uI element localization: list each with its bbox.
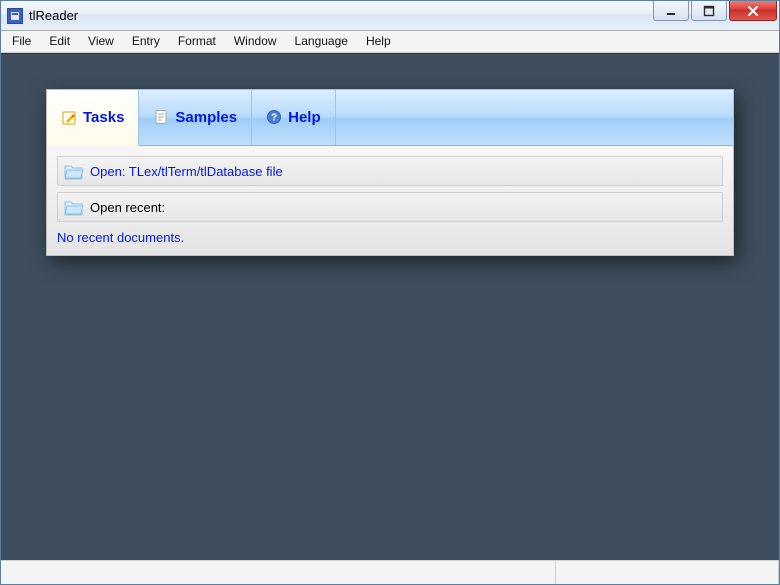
app-window: tlReader File Edit View Entry Format Win…	[0, 0, 780, 585]
window-controls	[653, 1, 777, 30]
tab-label: Help	[288, 109, 321, 126]
edit-icon	[61, 110, 77, 126]
start-panel: Tasks Samples ? Help	[46, 89, 734, 256]
tab-help[interactable]: ? Help	[252, 89, 336, 145]
no-recent-text: No recent documents.	[57, 228, 723, 247]
menu-view[interactable]: View	[79, 31, 123, 52]
folder-open-icon	[62, 160, 86, 182]
menu-window[interactable]: Window	[225, 31, 286, 52]
panel-body: Open: TLex/tlTerm/tlDatabase file Open r…	[47, 146, 733, 255]
folder-open-icon	[62, 196, 86, 218]
tab-samples[interactable]: Samples	[139, 89, 252, 145]
minimize-button[interactable]	[653, 1, 689, 21]
window-title: tlReader	[29, 8, 78, 23]
open-recent-row: Open recent:	[57, 192, 723, 222]
menu-edit[interactable]: Edit	[40, 31, 79, 52]
open-file-row[interactable]: Open: TLex/tlTerm/tlDatabase file	[57, 156, 723, 186]
tab-strip: Tasks Samples ? Help	[47, 90, 733, 146]
maximize-button[interactable]	[691, 1, 727, 21]
menu-file[interactable]: File	[3, 31, 40, 52]
client-area: Tasks Samples ? Help	[1, 53, 779, 560]
page-icon	[153, 109, 169, 125]
status-cell	[556, 561, 779, 584]
open-file-label: Open: TLex/tlTerm/tlDatabase file	[90, 164, 283, 179]
title-bar[interactable]: tlReader	[1, 1, 779, 31]
menu-entry[interactable]: Entry	[123, 31, 169, 52]
tab-label: Samples	[175, 109, 237, 126]
open-recent-label: Open recent:	[90, 200, 165, 215]
menu-bar: File Edit View Entry Format Window Langu…	[1, 31, 779, 53]
tab-label: Tasks	[83, 109, 124, 126]
menu-format[interactable]: Format	[169, 31, 225, 52]
app-icon	[7, 8, 23, 24]
svg-text:?: ?	[271, 113, 277, 124]
status-bar	[1, 560, 779, 584]
help-icon: ?	[266, 109, 282, 125]
status-cell	[1, 561, 556, 584]
menu-help[interactable]: Help	[357, 31, 400, 52]
menu-language[interactable]: Language	[286, 31, 357, 52]
tab-tasks[interactable]: Tasks	[47, 90, 139, 146]
close-button[interactable]	[729, 1, 777, 21]
